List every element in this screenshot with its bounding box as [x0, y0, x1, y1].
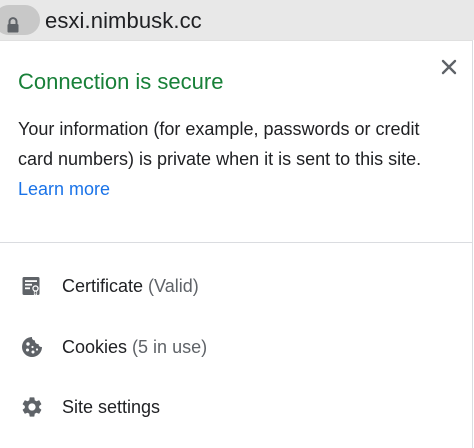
site-info-button[interactable] — [0, 5, 40, 35]
certificate-text: Certificate — [62, 276, 144, 296]
site-settings-label: Site settings — [62, 397, 161, 417]
certificate-icon — [22, 277, 40, 296]
popup-title: Connection is secure — [18, 69, 224, 94]
cookies-text: Cookies — [62, 337, 128, 357]
site-settings-item[interactable]: Site settings — [0, 379, 472, 435]
gear-icon — [22, 397, 42, 417]
divider — [0, 242, 472, 243]
page-root: esxi.nimbusk.cc Connection is secure You… — [0, 0, 474, 448]
lock-icon — [7, 17, 19, 33]
close-icon[interactable] — [436, 54, 462, 80]
cookie-icon — [22, 337, 42, 357]
learn-more-link[interactable]: Learn more — [18, 179, 110, 199]
omnibox: esxi.nimbusk.cc — [0, 0, 474, 40]
popup-description: Your information (for example, passwords… — [18, 114, 458, 204]
certificate-status: (Valid) — [148, 276, 199, 296]
cookies-count: (5 in use) — [132, 337, 208, 357]
cookies-item[interactable]: Cookies (5 in use) — [0, 319, 472, 375]
certificate-label: Certificate (Valid) — [62, 273, 199, 299]
page-info-popup: Connection is secure Your information (f… — [0, 40, 473, 448]
url-text[interactable]: esxi.nimbusk.cc — [45, 8, 202, 34]
certificate-item[interactable]: Certificate (Valid) — [0, 258, 472, 314]
cookies-label: Cookies (5 in use) — [62, 334, 207, 360]
description-text: Your information (for example, passwords… — [18, 119, 422, 169]
